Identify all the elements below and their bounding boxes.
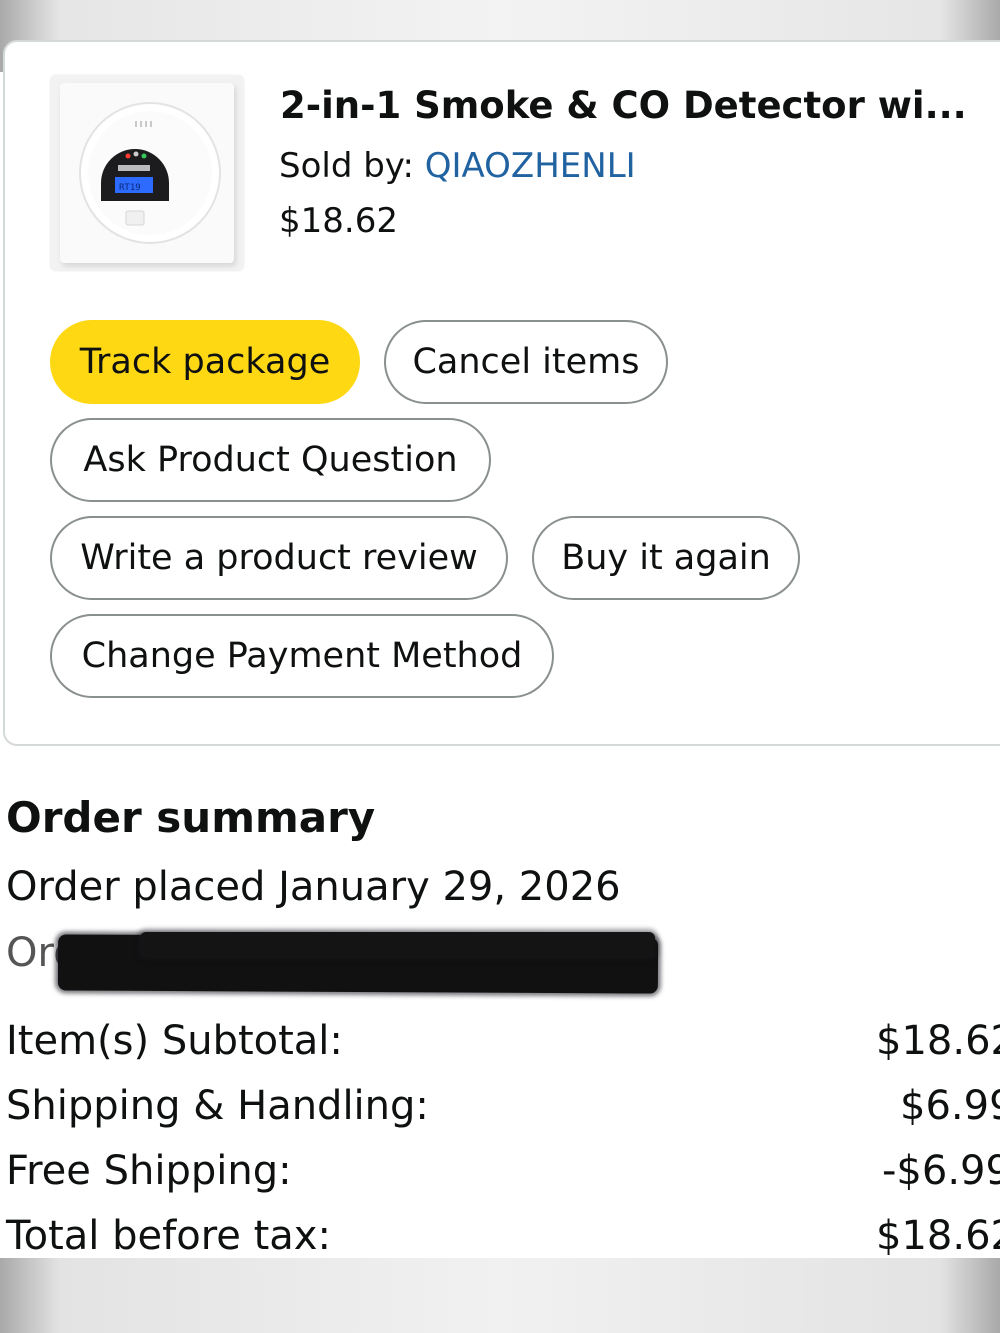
shipping-value: $6.99 — [900, 1083, 1000, 1129]
photo-frame-bottom — [0, 1258, 1000, 1333]
product-image[interactable]: RT19 — [50, 75, 244, 271]
product-title[interactable]: 2-in-1 Smoke & CO Detector wi... — [280, 84, 980, 128]
smoke-detector-icon: RT19 — [79, 102, 221, 244]
write-review-button[interactable]: Write a product review — [50, 516, 508, 600]
change-payment-button[interactable]: Change Payment Method — [50, 614, 554, 698]
free-shipping-label: Free Shipping: — [6, 1148, 292, 1194]
subtotal-label: Item(s) Subtotal: — [6, 1018, 343, 1064]
svg-text:RT19: RT19 — [119, 183, 141, 193]
track-package-button[interactable]: Track package — [50, 320, 360, 404]
product-image-plate: RT19 — [60, 83, 234, 263]
ask-product-question-button[interactable]: Ask Product Question — [50, 418, 491, 502]
redaction-mark-top — [140, 932, 655, 958]
order-placed-date: Order placed January 29, 2026 — [6, 864, 621, 910]
seller-line: Sold by: QIAOZHENLI — [279, 145, 636, 187]
total-before-tax-value: $18.62 — [876, 1213, 1000, 1259]
product-price: $18.62 — [279, 201, 398, 241]
total-before-tax-label: Total before tax: — [6, 1213, 331, 1259]
sold-by-label: Sold by: — [279, 146, 425, 186]
order-summary-title: Order summary — [6, 793, 376, 842]
free-shipping-value: -$6.99 — [882, 1148, 1000, 1194]
shipping-label: Shipping & Handling: — [6, 1083, 429, 1129]
seller-link[interactable]: QIAOZHENLI — [425, 146, 636, 186]
buy-again-button[interactable]: Buy it again — [532, 516, 800, 600]
cancel-items-button[interactable]: Cancel items — [384, 320, 668, 404]
subtotal-value: $18.62 — [876, 1018, 1000, 1064]
